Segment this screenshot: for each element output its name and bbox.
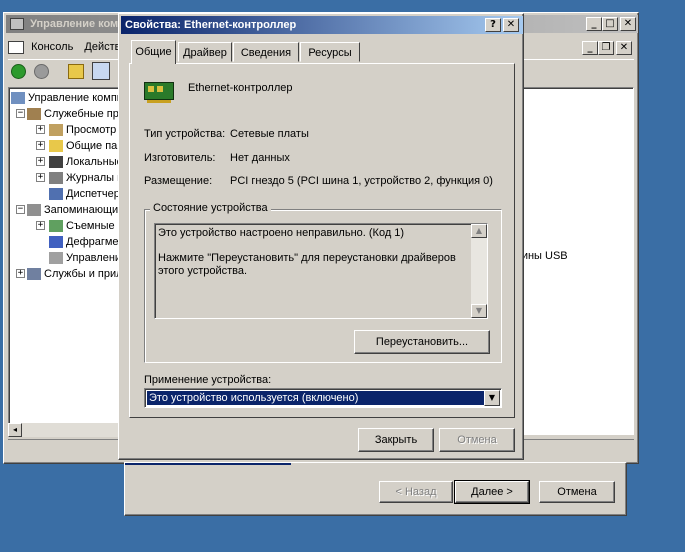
next-button[interactable]: Далее > [454, 480, 530, 504]
location-value: PCI гнездо 5 (PCI шина 1, устройство 2, … [230, 175, 493, 187]
tab-details[interactable]: Сведения [233, 42, 299, 62]
dialog-close-icon[interactable]: ✕ [503, 18, 519, 32]
properties-dialog: Свойства: Ethernet-контроллер ? ✕ Общие … [118, 13, 524, 460]
cancel-button[interactable]: Отмена [439, 428, 515, 452]
defrag-icon [49, 236, 63, 249]
tab-strip: Общие Драйвер Сведения Ресурсы [129, 40, 513, 64]
minimize-icon[interactable]: _ [586, 17, 602, 31]
up-folder-icon[interactable] [68, 64, 84, 79]
location-label: Размещение: [144, 175, 213, 187]
status-line-2: Нажмите "Переустановить" для переустанов… [158, 252, 456, 277]
help-icon[interactable]: ? [485, 18, 501, 32]
tab-general[interactable]: Общие [131, 40, 176, 64]
tree-item-disk-management[interactable]: Управление дисками [49, 250, 121, 266]
forward-icon[interactable] [34, 64, 49, 79]
tree-item-logs[interactable]: Журналы и оповещения [49, 170, 121, 186]
tree-item-device-manager[interactable]: Диспетчер устройств [49, 186, 121, 202]
reinstall-button[interactable]: Переустановить... [354, 330, 490, 354]
tools-icon [27, 108, 41, 121]
folder-icon [49, 140, 63, 153]
device-type-label: Тип устройства: [144, 128, 226, 140]
expand-icon[interactable]: + [36, 173, 45, 182]
tree-item-root[interactable]: Управление компьютером (локальным) [11, 90, 121, 106]
device-name: Ethernet-контроллер [188, 82, 293, 94]
removable-storage-icon [49, 220, 63, 233]
back-icon[interactable] [11, 64, 26, 79]
tree-item-storage[interactable]: Запоминающие устройства [27, 202, 121, 218]
tree-item-local-users[interactable]: Локальные пользователи [49, 154, 121, 170]
device-usage-value: Это устройство используется (включено) [147, 391, 485, 405]
tab-driver[interactable]: Драйвер [178, 42, 232, 62]
storage-icon [27, 204, 41, 217]
tree-item-removable[interactable]: Съемные ЗУ [49, 218, 121, 234]
manufacturer-label: Изготовитель: [144, 152, 216, 164]
child-minimize-icon[interactable]: _ [582, 41, 598, 55]
scroll-down-icon[interactable]: ▼ [471, 304, 487, 318]
device-status-label: Состояние устройства [150, 202, 271, 214]
device-type-value: Сетевые платы [230, 128, 309, 140]
disk-icon [49, 252, 63, 265]
tree-item-shared-folders[interactable]: Общие папки [49, 138, 121, 154]
tab-resources[interactable]: Ресурсы [300, 42, 360, 62]
dropdown-arrow-icon[interactable]: ▼ [484, 390, 500, 406]
tree-item-services[interactable]: Службы и приложения [27, 266, 121, 282]
expand-icon[interactable]: + [36, 141, 45, 150]
expand-icon[interactable]: + [16, 269, 25, 278]
child-close-icon[interactable]: ✕ [616, 41, 632, 55]
network-card-icon [144, 82, 174, 103]
status-textbox[interactable]: Это устройство настроено неправильно. (К… [154, 223, 488, 319]
app-icon [10, 18, 24, 31]
wizard-cancel-button[interactable]: Отмена [539, 481, 615, 503]
event-viewer-icon [49, 124, 63, 137]
close-icon[interactable]: ✕ [620, 17, 636, 31]
tree-item-system-tools[interactable]: Служебные программы [27, 106, 121, 122]
tree-item-event-viewer[interactable]: Просмотр событий [49, 122, 121, 138]
tab-page-general: Ethernet-контроллер Тип устройства: Сете… [129, 63, 515, 418]
back-button[interactable]: < Назад [379, 481, 453, 503]
device-manager-icon [49, 188, 63, 201]
child-restore-icon[interactable]: ❐ [598, 41, 614, 55]
services-icon [27, 268, 41, 281]
wizard-window: < Назад Далее > Отмена [124, 462, 627, 516]
expand-icon[interactable]: + [36, 221, 45, 230]
dialog-title: Свойства: Ethernet-контроллер [125, 19, 297, 31]
scroll-left-icon[interactable]: ◂ [8, 423, 22, 437]
dialog-titlebar[interactable]: Свойства: Ethernet-контроллер [121, 16, 523, 34]
status-line-1: Это устройство настроено неправильно. (К… [158, 227, 405, 239]
manufacturer-value: Нет данных [230, 152, 290, 164]
logs-icon [49, 172, 63, 185]
expand-icon[interactable]: + [36, 125, 45, 134]
scroll-up-icon[interactable]: ▲ [471, 224, 487, 238]
maximize-icon[interactable]: □ [602, 17, 618, 31]
wizard-divider [125, 463, 291, 465]
collapse-icon[interactable]: − [16, 109, 25, 118]
tree-item-defrag[interactable]: Дефрагментация [49, 234, 121, 250]
device-usage-select[interactable]: Это устройство используется (включено) ▼ [144, 388, 502, 408]
users-icon [49, 156, 63, 169]
show-tree-icon[interactable] [92, 62, 110, 80]
menu-console[interactable]: Консоль [31, 41, 73, 53]
close-button[interactable]: Закрыть [358, 428, 434, 452]
status-scrollbar[interactable]: ▲ ▼ [471, 224, 487, 318]
device-usage-label: Применение устройства: [144, 374, 272, 386]
collapse-icon[interactable]: − [16, 205, 25, 214]
console-menu-icon [8, 40, 24, 54]
computer-icon [11, 92, 25, 105]
tree-pane[interactable]: Управление компьютером (локальным) − Слу… [8, 87, 122, 435]
expand-icon[interactable]: + [36, 157, 45, 166]
tree-hscrollbar[interactable]: ◂ [8, 423, 122, 437]
